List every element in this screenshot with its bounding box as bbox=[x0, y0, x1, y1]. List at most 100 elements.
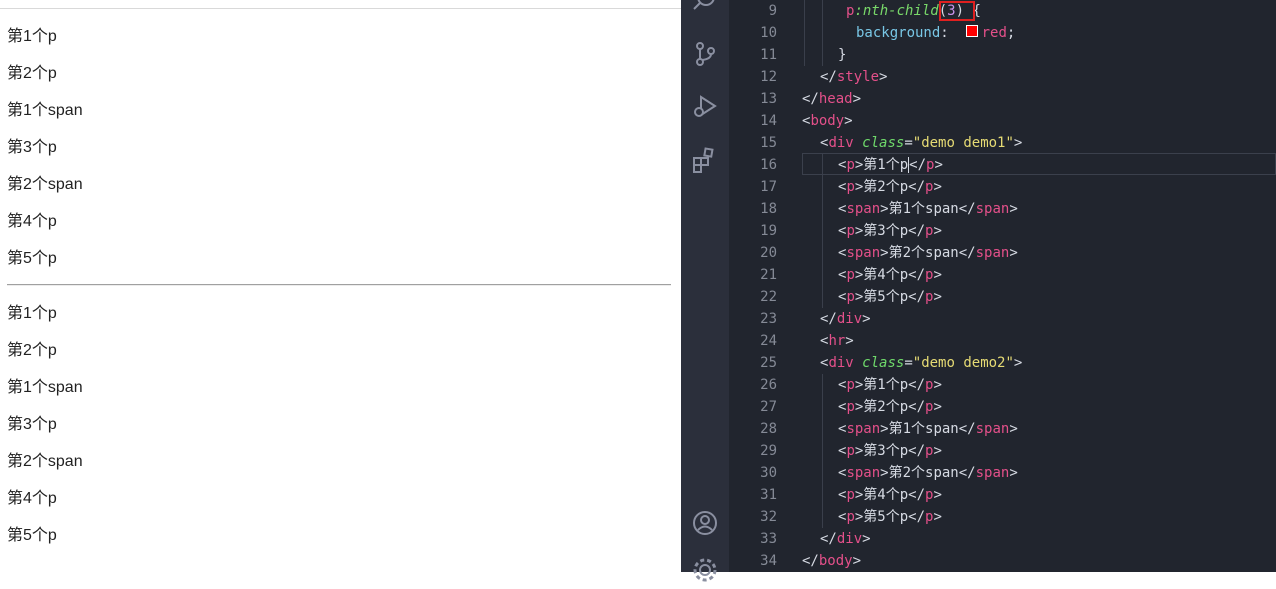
demo1-item: 第4个p bbox=[7, 213, 57, 230]
code-line[interactable]: 16 <p>第1个p</p> bbox=[729, 154, 1276, 176]
code-token: span bbox=[975, 245, 1010, 261]
line-number: 26 bbox=[760, 377, 777, 393]
code-line[interactable]: 32 <p>第5个p</p> bbox=[729, 506, 1276, 528]
code-token: > bbox=[844, 113, 853, 129]
code-line[interactable]: 34 </body> bbox=[729, 550, 1276, 572]
line-number: 15 bbox=[760, 135, 777, 151]
code-token: </ bbox=[802, 553, 819, 569]
demo2-item: 第2个p bbox=[7, 342, 57, 359]
code-line[interactable]: 23 </div> bbox=[729, 308, 1276, 330]
code-token: > bbox=[933, 223, 942, 239]
demo1-item: 第5个p bbox=[7, 250, 57, 267]
settings-gear-icon[interactable] bbox=[691, 556, 719, 584]
code-line[interactable]: 9 p:nth-child(3) { bbox=[729, 0, 1276, 22]
code-token: span bbox=[846, 465, 881, 481]
code-token: >第1个span</ bbox=[880, 201, 976, 217]
code-line[interactable]: 31 <p>第4个p</p> bbox=[729, 484, 1276, 506]
line-number: 23 bbox=[760, 311, 777, 327]
code-token: >第3个p</ bbox=[854, 443, 926, 459]
code-text: <p>第2个p</p> bbox=[838, 176, 942, 198]
code-line[interactable]: 11} bbox=[729, 44, 1276, 66]
code-line[interactable]: 12 </style> bbox=[729, 66, 1276, 88]
code-editor[interactable]: 9 p:nth-child(3) { 10 background: red; 11} 12… bbox=[729, 0, 1276, 572]
code-token: > bbox=[862, 531, 871, 547]
code-text: <p>第1个p</p> bbox=[838, 374, 942, 396]
line-number: 31 bbox=[760, 487, 777, 503]
source-control-icon[interactable] bbox=[691, 40, 719, 68]
code-text: <div class="demo demo2"> bbox=[820, 352, 1022, 374]
code-token: ; bbox=[1006, 25, 1016, 41]
code-line[interactable]: 25 <div class="demo demo2"> bbox=[729, 352, 1276, 374]
code-token: > bbox=[933, 487, 942, 503]
demo1-item: 第2个p bbox=[7, 65, 57, 82]
line-number: 20 bbox=[760, 245, 777, 261]
code-line[interactable]: 24 <hr> bbox=[729, 330, 1276, 352]
code-token: > bbox=[1009, 421, 1018, 437]
code-line[interactable]: 30 <span>第2个span</span> bbox=[729, 462, 1276, 484]
line-number: 27 bbox=[760, 399, 777, 415]
code-token: = bbox=[904, 355, 913, 371]
code-token: > bbox=[933, 377, 942, 393]
search-icon[interactable] bbox=[691, 0, 719, 14]
code-token: >第4个p</ bbox=[854, 267, 926, 283]
run-debug-icon[interactable] bbox=[691, 92, 719, 120]
code-token: span bbox=[846, 245, 881, 261]
code-token: >第2个span</ bbox=[880, 245, 976, 261]
code-token: class bbox=[862, 355, 905, 371]
code-token: p bbox=[846, 509, 855, 525]
code-token: p bbox=[846, 399, 855, 415]
color-swatch[interactable] bbox=[965, 25, 978, 37]
code-line[interactable]: 22 <p>第5个p</p> bbox=[729, 286, 1276, 308]
code-text: background: red; bbox=[856, 22, 1015, 44]
code-line[interactable]: 19 <p>第3个p</p> bbox=[729, 220, 1276, 242]
code-text: </div> bbox=[820, 308, 871, 330]
code-token: div bbox=[836, 531, 863, 547]
line-number: 33 bbox=[760, 531, 777, 547]
line-number: 9 bbox=[768, 3, 777, 19]
code-token: >第1个p</ bbox=[854, 377, 926, 393]
code-line[interactable]: 26 <p>第1个p</p> bbox=[729, 374, 1276, 396]
demo1-item: 第2个span bbox=[7, 176, 83, 193]
highlight-box bbox=[939, 1, 975, 21]
code-text: <p>第5个p</p> bbox=[838, 506, 942, 528]
code-text: <p>第2个p</p> bbox=[838, 396, 942, 418]
code-token: > bbox=[933, 289, 942, 305]
code-token: > bbox=[1009, 245, 1018, 261]
code-token: p bbox=[846, 443, 855, 459]
code-line[interactable]: 21 <p>第4个p</p> bbox=[729, 264, 1276, 286]
code-token: > bbox=[1009, 465, 1018, 481]
line-number: 21 bbox=[760, 267, 777, 283]
code-line[interactable]: 27 <p>第2个p</p> bbox=[729, 396, 1276, 418]
code-token: </ bbox=[820, 69, 837, 85]
code-text: } bbox=[838, 44, 846, 66]
code-token: class bbox=[862, 135, 905, 151]
line-number: 14 bbox=[760, 113, 777, 129]
code-line[interactable]: 14 <body> bbox=[729, 110, 1276, 132]
code-line[interactable]: 18 <span>第1个span</span> bbox=[729, 198, 1276, 220]
code-line[interactable]: 15 <div class="demo demo1"> bbox=[729, 132, 1276, 154]
extensions-icon[interactable] bbox=[691, 146, 719, 174]
code-text: </style> bbox=[820, 66, 887, 88]
code-text: <p>第3个p</p> bbox=[838, 440, 942, 462]
code-token: > bbox=[862, 311, 871, 327]
account-icon[interactable] bbox=[691, 509, 719, 537]
code-token: </ bbox=[909, 157, 927, 173]
code-token: red bbox=[981, 25, 1007, 41]
code-token: > bbox=[933, 267, 942, 283]
line-number: 10 bbox=[760, 25, 777, 41]
demo2-item: 第2个span bbox=[7, 453, 83, 470]
top-divider bbox=[0, 8, 681, 9]
code-line[interactable]: 13 </head> bbox=[729, 88, 1276, 110]
code-line[interactable]: 28 <span>第1个span</span> bbox=[729, 418, 1276, 440]
code-token: : bbox=[940, 25, 966, 41]
code-line[interactable]: 29 <p>第3个p</p> bbox=[729, 440, 1276, 462]
code-line[interactable]: 17 <p>第2个p</p> bbox=[729, 176, 1276, 198]
code-token: </ bbox=[820, 311, 837, 327]
code-line[interactable]: 33 </div> bbox=[729, 528, 1276, 550]
code-line[interactable]: 10 background: red; bbox=[729, 22, 1276, 44]
line-number: 32 bbox=[760, 509, 777, 525]
code-line[interactable]: 20 <span>第2个span</span> bbox=[729, 242, 1276, 264]
line-number: 18 bbox=[760, 201, 777, 217]
